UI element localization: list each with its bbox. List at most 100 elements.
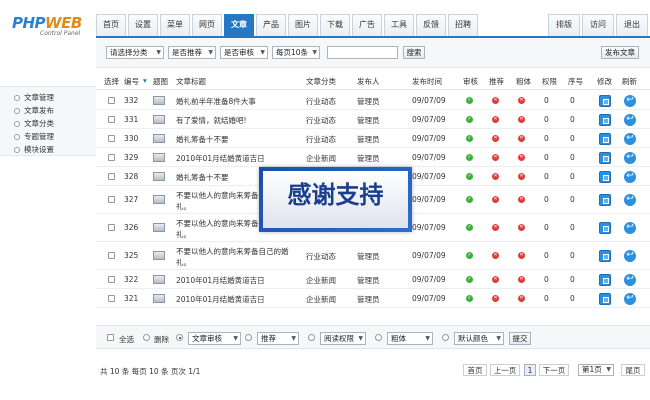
refresh-icon[interactable]: ↩ xyxy=(624,170,636,183)
cross-icon[interactable]: ✕ xyxy=(518,134,525,142)
per-page-select[interactable]: 每页10条 ▼ xyxy=(272,46,320,59)
sidebar-item[interactable]: 文章分类 xyxy=(0,117,96,130)
edit-icon[interactable] xyxy=(599,94,611,107)
check-icon[interactable]: ✓ xyxy=(466,153,473,161)
nav-tab[interactable]: 广告 xyxy=(352,14,382,36)
bulk-recommend-select[interactable]: 推荐 ▼ xyxy=(257,332,299,345)
column-header[interactable]: 编号 xyxy=(124,76,139,87)
sort-icon[interactable]: ▾ xyxy=(143,76,147,85)
refresh-icon[interactable]: ↩ xyxy=(624,151,636,164)
category-select[interactable]: 请选择分类 ▼ xyxy=(106,46,164,59)
nav-tab[interactable]: 设置 xyxy=(128,14,158,36)
sidebar-item[interactable]: 模块设置 xyxy=(0,143,96,156)
check-icon[interactable]: ✓ xyxy=(466,196,473,203)
last-page-button[interactable]: 尾页 xyxy=(621,364,645,376)
edit-icon[interactable] xyxy=(599,292,611,305)
row-title[interactable]: 不要以他人的意向来筹备自己的婚 礼。 xyxy=(176,246,289,268)
recommend-select[interactable]: 是否推荐 ▼ xyxy=(168,46,216,59)
row-title[interactable]: 2010年01月结婚黄道吉日 xyxy=(176,294,265,305)
refresh-icon[interactable]: ↩ xyxy=(624,94,636,107)
nav-tab[interactable]: 图片 xyxy=(288,14,318,36)
perm-radio[interactable] xyxy=(308,334,315,341)
bulk-submit-button[interactable]: 提交 xyxy=(509,332,531,345)
cross-icon[interactable]: ✕ xyxy=(518,96,525,104)
row-title[interactable]: 2010年01月结婚黄道吉日 xyxy=(176,153,265,164)
audit-select[interactable]: 是否审核 ▼ xyxy=(220,46,268,59)
publish-article-button[interactable]: 发布文章 xyxy=(601,46,639,59)
sidebar-item[interactable]: 文章发布 xyxy=(0,104,96,117)
row-title[interactable]: 2010年01月结婚黄道吉日 xyxy=(176,275,265,286)
cross-icon[interactable]: ✕ xyxy=(518,196,525,203)
cross-icon[interactable]: ✕ xyxy=(492,294,499,302)
row-checkbox[interactable] xyxy=(108,196,115,203)
row-checkbox[interactable] xyxy=(108,172,115,180)
cross-icon[interactable]: ✕ xyxy=(518,172,525,180)
cross-icon[interactable]: ✕ xyxy=(492,115,499,123)
cross-icon[interactable]: ✕ xyxy=(518,224,525,231)
sidebar-item[interactable]: 专题管理 xyxy=(0,130,96,143)
cross-icon[interactable]: ✕ xyxy=(492,275,499,283)
first-page-button[interactable]: 首页 xyxy=(463,364,487,376)
recommend-radio[interactable] xyxy=(245,334,252,341)
check-icon[interactable]: ✓ xyxy=(466,96,473,104)
nav-tab[interactable]: 菜单 xyxy=(160,14,190,36)
bold-radio[interactable] xyxy=(375,334,382,341)
nav-tab[interactable]: 首页 xyxy=(96,14,126,36)
current-page[interactable]: 1 xyxy=(524,364,536,376)
cross-icon[interactable]: ✕ xyxy=(518,115,525,123)
check-icon[interactable]: ✓ xyxy=(466,252,473,259)
nav-tab[interactable]: 网页 xyxy=(192,14,222,36)
page-select[interactable]: 第1页 ▼ xyxy=(578,364,614,376)
row-checkbox[interactable] xyxy=(108,134,115,142)
refresh-icon[interactable]: ↩ xyxy=(624,113,636,126)
cross-icon[interactable]: ✕ xyxy=(518,294,525,302)
color-radio[interactable] xyxy=(442,334,449,341)
nav-tab[interactable]: 招聘 xyxy=(448,14,478,36)
row-checkbox[interactable] xyxy=(108,115,115,123)
edit-icon[interactable] xyxy=(599,151,611,164)
edit-icon[interactable] xyxy=(599,273,611,286)
next-page-button[interactable]: 下一页 xyxy=(539,364,569,376)
bulk-audit-select[interactable]: 文章审核 ▼ xyxy=(188,332,241,345)
nav-tab[interactable]: 文章 xyxy=(224,14,254,36)
nav-tab[interactable]: 工具 xyxy=(384,14,414,36)
refresh-icon[interactable]: ↩ xyxy=(624,250,636,262)
audit-radio[interactable] xyxy=(176,334,183,341)
refresh-icon[interactable]: ↩ xyxy=(624,292,636,305)
edit-icon[interactable] xyxy=(599,194,611,206)
search-input[interactable] xyxy=(327,46,398,59)
check-icon[interactable]: ✓ xyxy=(466,115,473,123)
search-button[interactable]: 搜索 xyxy=(403,46,425,59)
select-all-checkbox[interactable] xyxy=(107,334,114,341)
bulk-perm-select[interactable]: 阅读权限 ▼ xyxy=(320,332,366,345)
refresh-icon[interactable]: ↩ xyxy=(624,222,636,234)
cross-icon[interactable]: ✕ xyxy=(492,196,499,203)
row-title[interactable]: 有了爱情，就结婚吧! xyxy=(176,115,247,126)
cross-icon[interactable]: ✕ xyxy=(492,96,499,104)
row-title[interactable]: 婚礼前半年准备8件大事 xyxy=(176,96,256,107)
refresh-icon[interactable]: ↩ xyxy=(624,194,636,206)
edit-icon[interactable] xyxy=(599,250,611,262)
check-icon[interactable]: ✓ xyxy=(466,224,473,231)
refresh-icon[interactable]: ↩ xyxy=(624,132,636,145)
edit-icon[interactable] xyxy=(599,113,611,126)
row-checkbox[interactable] xyxy=(108,252,115,259)
edit-icon[interactable] xyxy=(599,132,611,145)
cross-icon[interactable]: ✕ xyxy=(492,153,499,161)
cross-icon[interactable]: ✕ xyxy=(492,172,499,180)
cross-icon[interactable]: ✕ xyxy=(492,134,499,142)
check-icon[interactable]: ✓ xyxy=(466,134,473,142)
bulk-bold-select[interactable]: 粗体 ▼ xyxy=(387,332,433,345)
row-checkbox[interactable] xyxy=(108,153,115,161)
check-icon[interactable]: ✓ xyxy=(466,294,473,302)
cross-icon[interactable]: ✕ xyxy=(518,252,525,259)
check-icon[interactable]: ✓ xyxy=(466,275,473,283)
delete-radio[interactable] xyxy=(143,334,150,341)
nav-tab[interactable]: 反馈 xyxy=(416,14,446,36)
sidebar-item[interactable]: 文章管理 xyxy=(0,91,96,104)
tool-tab[interactable]: 访问 xyxy=(582,14,614,36)
edit-icon[interactable] xyxy=(599,222,611,234)
bulk-color-select[interactable]: 默认颜色 ▼ xyxy=(454,332,504,345)
nav-tab[interactable]: 产品 xyxy=(256,14,286,36)
cross-icon[interactable]: ✕ xyxy=(518,153,525,161)
